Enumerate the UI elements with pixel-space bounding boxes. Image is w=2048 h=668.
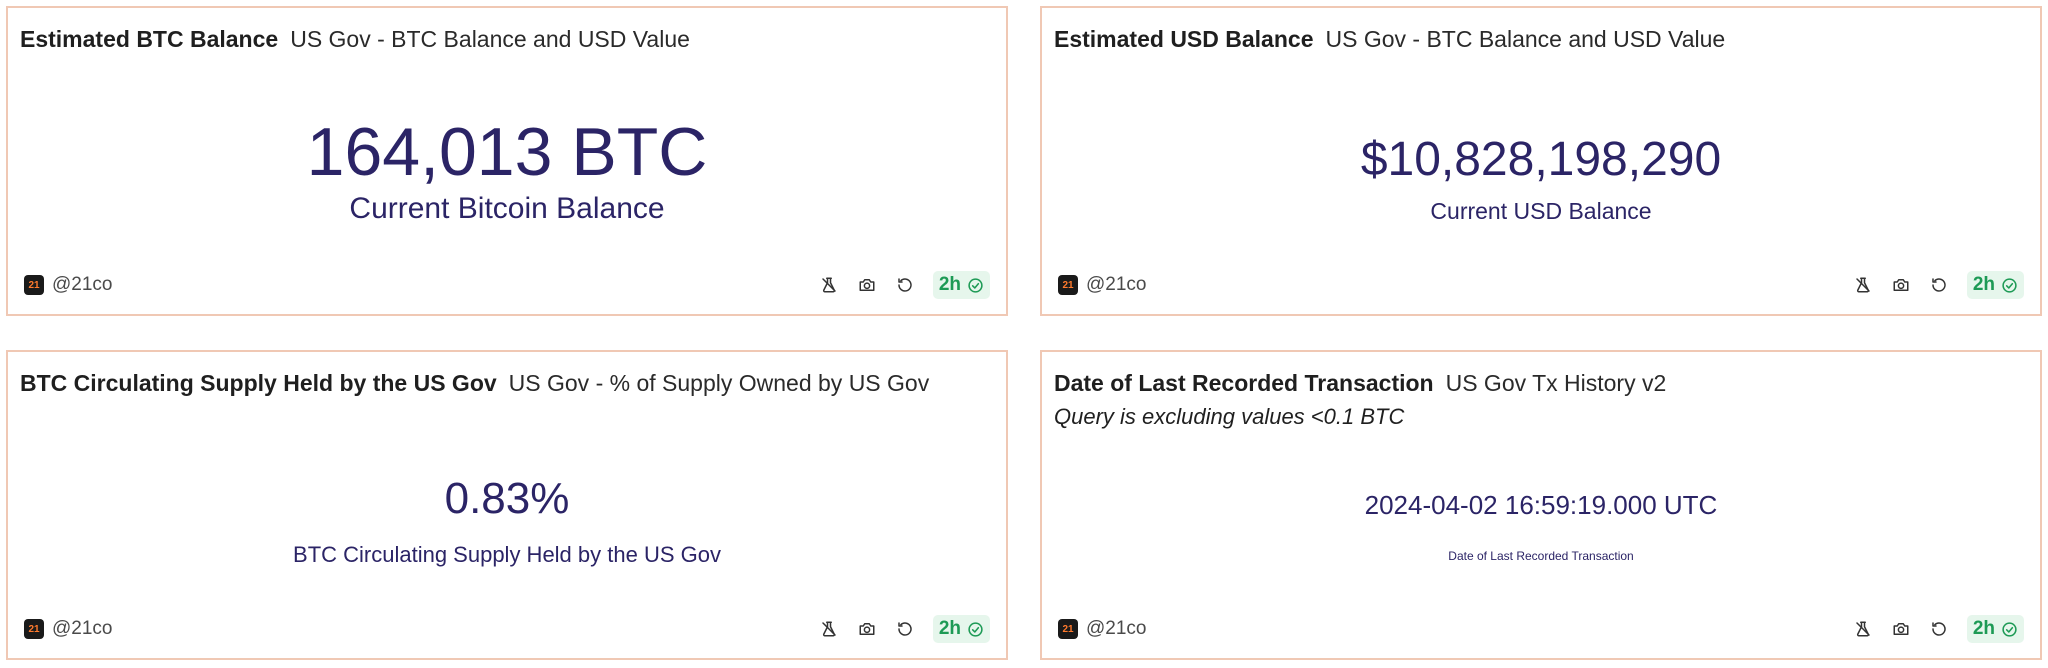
card-title[interactable]: BTC Circulating Supply Held by the US Go… [20,370,497,396]
card-footer: 21 @21co 2h [24,270,990,300]
camera-icon[interactable] [1891,275,1911,295]
author-name: @21co [52,274,113,295]
author-link[interactable]: 21 @21co [24,270,113,300]
check-circle-icon [2002,277,2017,293]
card-query-link[interactable]: US Gov Tx History v2 [1446,370,1667,396]
camera-icon[interactable] [857,619,877,639]
author-link[interactable]: 21 @21co [1058,614,1147,644]
refresh-icon[interactable] [1929,619,1949,639]
card-footer: 21 @21co 2h [1058,614,2024,644]
counter-value: 164,013 BTC [306,114,708,190]
refresh-icon[interactable] [1929,275,1949,295]
author-link[interactable]: 21 @21co [24,614,113,644]
card-footer: 21 @21co 2h [24,614,990,644]
card-title[interactable]: Estimated USD Balance [1054,26,1313,52]
counter-label: Current Bitcoin Balance [349,192,665,225]
counter-value: 2024-04-02 16:59:19.000 UTC [1364,490,1718,520]
freshness-text: 2h [938,618,961,639]
card-footer: 21 @21co 2h [1058,270,2024,300]
author-link[interactable]: 21 @21co [1058,270,1147,300]
freshness-badge[interactable]: 2h [1966,271,2024,299]
counter-card-usd-balance: Estimated USD Balance US Gov - BTC Balanc… [1040,6,2042,316]
freshness-text: 2h [1972,618,1995,639]
avatar: 21 [24,275,44,295]
card-title[interactable]: Estimated BTC Balance [20,26,278,52]
flask-icon[interactable] [1853,275,1873,295]
card-header: Estimated USD Balance US Gov - BTC Balanc… [1054,24,1725,54]
author-name: @21co [52,618,113,639]
counter-card-btc-balance: Estimated BTC Balance US Gov - BTC Balanc… [6,6,1008,316]
refresh-icon[interactable] [895,275,915,295]
card-actions: 2h [819,270,990,300]
counter-label: Current USD Balance [1430,198,1652,224]
card-query-link[interactable]: US Gov - BTC Balance and USD Value [290,26,690,52]
avatar: 21 [1058,619,1078,639]
refresh-icon[interactable] [895,619,915,639]
author-name: @21co [1086,274,1147,295]
camera-icon[interactable] [857,275,877,295]
freshness-text: 2h [1972,274,1995,295]
freshness-badge[interactable]: 2h [932,615,990,643]
check-circle-icon [2002,621,2017,637]
card-subtitle: Query is excluding values <0.1 BTC [1054,404,1405,429]
card-actions: 2h [1853,270,2024,300]
counter-value: $10,828,198,290 [1360,133,1722,186]
flask-icon[interactable] [819,275,839,295]
counter-label: BTC Circulating Supply Held by the US Go… [293,542,721,567]
card-actions: 2h [1853,614,2024,644]
flask-icon[interactable] [1853,619,1873,639]
card-header: BTC Circulating Supply Held by the US Go… [20,368,929,398]
flask-icon[interactable] [819,619,839,639]
card-title[interactable]: Date of Last Recorded Transaction [1054,370,1434,396]
avatar: 21 [24,619,44,639]
counter-value: 0.83% [444,474,570,523]
card-query-link[interactable]: US Gov - % of Supply Owned by US Gov [509,370,930,396]
counter-label: Date of Last Recorded Transaction [1448,549,1634,563]
avatar: 21 [1058,275,1078,295]
freshness-text: 2h [938,274,961,295]
check-circle-icon [968,621,983,637]
card-query-link[interactable]: US Gov - BTC Balance and USD Value [1325,26,1725,52]
counter-card-last-transaction: Date of Last Recorded Transaction US Gov … [1040,350,2042,660]
card-header: Estimated BTC Balance US Gov - BTC Balanc… [20,24,690,54]
check-circle-icon [968,277,983,293]
card-actions: 2h [819,614,990,644]
author-name: @21co [1086,618,1147,639]
freshness-badge[interactable]: 2h [1966,615,2024,643]
camera-icon[interactable] [1891,619,1911,639]
counter-card-supply-held: BTC Circulating Supply Held by the US Go… [6,350,1008,660]
card-header: Date of Last Recorded Transaction US Gov … [1054,368,1666,398]
freshness-badge[interactable]: 2h [932,271,990,299]
